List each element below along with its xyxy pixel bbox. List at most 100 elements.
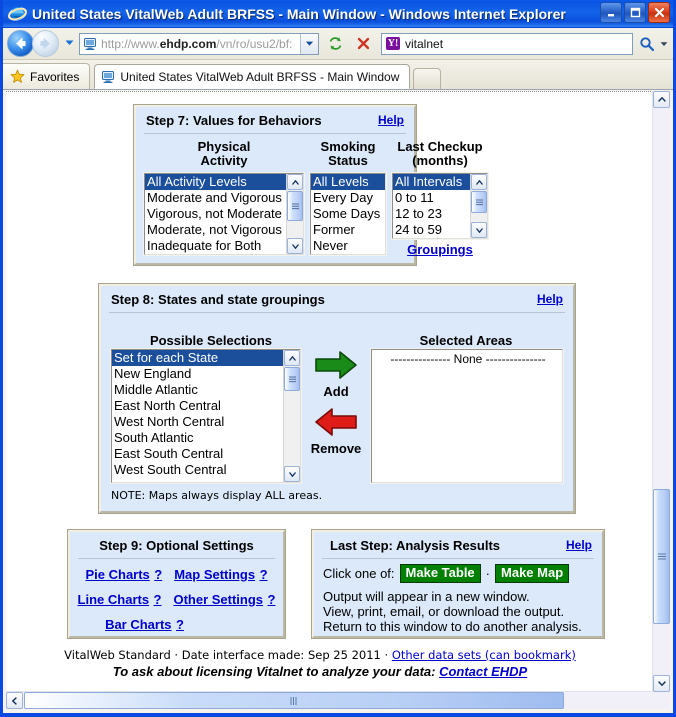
step8-help-link[interactable]: Help bbox=[537, 292, 563, 306]
list-item[interactable]: 12 to 23 bbox=[393, 206, 470, 222]
scrollbar-thumb[interactable] bbox=[471, 191, 487, 213]
selected-areas-listbox[interactable]: --------------- None --------------- bbox=[370, 348, 564, 484]
line-charts-help-link[interactable]: ? bbox=[154, 592, 162, 607]
scrollbar-corner bbox=[653, 692, 670, 709]
minimize-button[interactable] bbox=[600, 2, 622, 23]
favorites-label: Favorites bbox=[30, 69, 80, 84]
add-label[interactable]: Add bbox=[307, 384, 365, 399]
vertical-scrollbar-thumb[interactable] bbox=[653, 489, 670, 624]
map-settings-link[interactable]: Map Settings bbox=[174, 567, 255, 582]
scroll-up-arrow-icon[interactable] bbox=[653, 91, 670, 108]
listbox-scrollbar[interactable] bbox=[286, 174, 303, 254]
list-item[interactable]: East North Central bbox=[112, 398, 283, 414]
refresh-button[interactable] bbox=[323, 32, 347, 56]
step7-header: Step 7: Values for Behaviors Help bbox=[136, 107, 414, 133]
search-input[interactable]: Y! vitalnet bbox=[381, 32, 633, 55]
scroll-down-arrow-icon[interactable] bbox=[287, 238, 303, 254]
page-horizontal-scrollbar[interactable] bbox=[6, 691, 653, 709]
close-button[interactable] bbox=[648, 2, 670, 23]
scroll-up-arrow-icon[interactable] bbox=[287, 174, 303, 190]
scroll-down-arrow-icon[interactable] bbox=[471, 222, 487, 238]
map-settings-help-link[interactable]: ? bbox=[260, 567, 268, 582]
list-item[interactable]: 0 to 11 bbox=[393, 190, 470, 206]
recent-pages-chevron-icon[interactable] bbox=[64, 35, 75, 53]
groupings-link[interactable]: Groupings bbox=[407, 242, 473, 257]
list-item[interactable]: Inadequate for Both bbox=[145, 238, 286, 254]
listbox-items: --------------- None --------------- bbox=[372, 350, 562, 482]
remove-arrow-icon[interactable] bbox=[314, 408, 358, 442]
scroll-up-arrow-icon[interactable] bbox=[471, 174, 487, 190]
listbox-scrollbar[interactable] bbox=[283, 350, 300, 482]
contact-ehdp-link[interactable]: Contact EHDP bbox=[439, 664, 527, 679]
remove-label[interactable]: Remove bbox=[307, 441, 365, 456]
step8-note: NOTE: Maps always display ALL areas. bbox=[111, 489, 323, 502]
physical-activity-listbox[interactable]: All Activity Levels Moderate and Vigorou… bbox=[143, 172, 305, 256]
new-tab-button[interactable] bbox=[413, 68, 442, 89]
last-checkup-header: Last Checkup (months) bbox=[397, 139, 483, 168]
pie-charts-help-link[interactable]: ? bbox=[154, 567, 162, 582]
list-item[interactable]: South Atlantic bbox=[112, 430, 283, 446]
list-item[interactable]: Moderate, not Vigorous bbox=[145, 222, 286, 238]
maximize-button[interactable] bbox=[624, 2, 646, 23]
list-item[interactable]: Vigorous, not Moderate bbox=[145, 206, 286, 222]
address-domain: ehdp.com bbox=[159, 36, 217, 51]
scroll-left-arrow-icon[interactable] bbox=[6, 692, 23, 709]
favorites-button[interactable]: Favorites bbox=[3, 63, 91, 89]
divider bbox=[78, 558, 275, 559]
stop-button[interactable] bbox=[351, 32, 375, 56]
scroll-up-arrow-icon[interactable] bbox=[284, 350, 300, 366]
list-item[interactable]: Never bbox=[311, 238, 385, 254]
list-item[interactable]: Middle Atlantic bbox=[112, 382, 283, 398]
address-input[interactable]: http://www.ehdp.com/vn/ro/usu2/bf: bbox=[79, 32, 319, 55]
add-arrow-icon[interactable] bbox=[314, 351, 358, 385]
list-item[interactable]: Every Day bbox=[311, 190, 385, 206]
listbox-items: All Activity Levels Moderate and Vigorou… bbox=[145, 174, 286, 254]
list-item[interactable]: Moderate and Vigorous bbox=[145, 190, 286, 206]
list-item[interactable]: West South Central bbox=[112, 462, 283, 478]
back-button[interactable] bbox=[7, 30, 34, 57]
laststep-header: Last Step: Analysis Results Help bbox=[314, 532, 602, 558]
step7-help-link[interactable]: Help bbox=[378, 113, 404, 127]
smoking-status-listbox[interactable]: All Levels Every Day Some Days Former Ne… bbox=[309, 172, 387, 256]
forward-button[interactable] bbox=[32, 30, 59, 57]
footer-line-2: To ask about licensing Vitalnet to analy… bbox=[6, 664, 634, 679]
make-map-button[interactable]: Make Map bbox=[495, 564, 570, 583]
other-settings-help-link[interactable]: ? bbox=[268, 592, 276, 607]
search-options-chevron-icon[interactable] bbox=[658, 40, 669, 48]
list-item[interactable]: All Levels bbox=[311, 174, 385, 190]
other-settings-link[interactable]: Other Settings bbox=[173, 592, 263, 607]
list-item[interactable]: Set for each State bbox=[112, 350, 283, 366]
smoking-status-header: Smoking Status bbox=[320, 139, 376, 168]
tab-main-window[interactable]: United States VitalWeb Adult BRFSS - Mai… bbox=[94, 64, 411, 89]
scrollbar-thumb[interactable] bbox=[284, 367, 300, 391]
list-item[interactable]: Former bbox=[311, 222, 385, 238]
horizontal-scrollbar-thumb[interactable] bbox=[24, 692, 564, 709]
step8-title: Step 8: States and state groupings bbox=[111, 291, 325, 307]
make-table-button[interactable]: Make Table bbox=[399, 564, 481, 583]
last-checkup-listbox[interactable]: All Intervals 0 to 11 12 to 23 24 to 59 bbox=[391, 172, 489, 240]
search-icon[interactable] bbox=[636, 33, 658, 55]
address-dropdown-icon[interactable] bbox=[300, 33, 318, 54]
scrollbar-thumb[interactable] bbox=[287, 191, 303, 221]
scroll-down-arrow-icon[interactable] bbox=[653, 675, 670, 692]
list-item[interactable]: All Intervals bbox=[393, 174, 470, 190]
list-item[interactable]: West North Central bbox=[112, 414, 283, 430]
step8-header: Step 8: States and state groupings Help bbox=[101, 286, 573, 312]
listbox-scrollbar[interactable] bbox=[470, 174, 487, 238]
list-item[interactable]: East South Central bbox=[112, 446, 283, 462]
scroll-down-arrow-icon[interactable] bbox=[284, 466, 300, 482]
list-item[interactable]: 24 to 59 bbox=[393, 222, 470, 238]
bar-charts-help-link[interactable]: ? bbox=[176, 617, 184, 632]
list-item[interactable]: Some Days bbox=[311, 206, 385, 222]
pie-charts-link[interactable]: Pie Charts bbox=[85, 567, 149, 582]
bar-charts-link[interactable]: Bar Charts bbox=[105, 617, 171, 632]
list-item[interactable]: All Activity Levels bbox=[145, 174, 286, 190]
other-data-sets-link[interactable]: Other data sets (can bookmark) bbox=[392, 648, 576, 662]
page-vertical-scrollbar[interactable] bbox=[652, 91, 670, 692]
possible-selections-listbox[interactable]: Set for each State New England Middle At… bbox=[110, 348, 302, 484]
laststep-help-link[interactable]: Help bbox=[566, 538, 592, 552]
line-charts-link[interactable]: Line Charts bbox=[78, 592, 150, 607]
laststep-title: Last Step: Analysis Results bbox=[330, 537, 501, 553]
divider bbox=[144, 133, 406, 134]
list-item[interactable]: New England bbox=[112, 366, 283, 382]
